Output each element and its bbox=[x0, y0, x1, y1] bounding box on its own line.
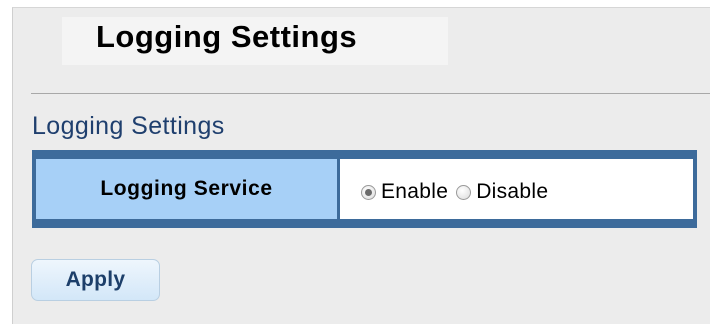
settings-table: Logging Service Enable Disable bbox=[32, 150, 697, 228]
divider bbox=[31, 93, 710, 94]
section-title: Logging Settings bbox=[32, 112, 225, 140]
enable-radio[interactable] bbox=[361, 184, 376, 200]
disable-label[interactable]: Disable bbox=[476, 180, 548, 204]
disable-radio[interactable] bbox=[456, 184, 472, 200]
logging-service-label-cell: Logging Service bbox=[36, 159, 337, 219]
apply-button[interactable]: Apply bbox=[31, 259, 160, 301]
radio-selected-dot bbox=[365, 188, 372, 196]
apply-button-label: Apply bbox=[65, 268, 126, 291]
logging-service-value-cell: Enable Disable bbox=[340, 159, 693, 219]
disable-option[interactable]: Disable bbox=[456, 180, 548, 204]
enable-option[interactable]: Enable bbox=[361, 180, 448, 204]
page-title: Logging Settings bbox=[96, 19, 358, 54]
logging-service-label: Logging Service bbox=[100, 177, 273, 200]
enable-label[interactable]: Enable bbox=[381, 180, 448, 204]
logging-service-radio-group: Enable Disable bbox=[361, 180, 548, 204]
